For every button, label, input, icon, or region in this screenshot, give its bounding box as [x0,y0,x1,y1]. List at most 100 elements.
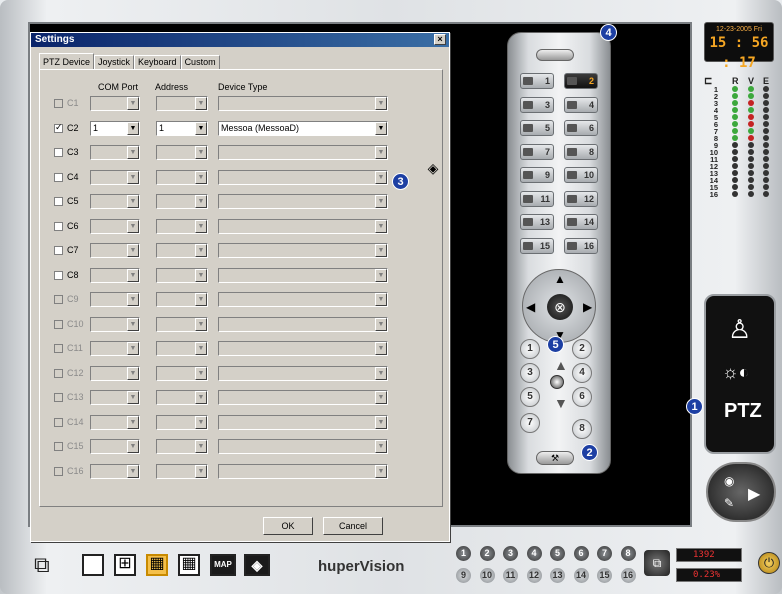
address-select[interactable]: ▼ [156,145,208,160]
arrow-right-icon[interactable]: ▶ [583,300,592,314]
dpad-center-button[interactable]: ⊗ [547,294,573,320]
chevron-down-icon[interactable]: ▼ [195,121,207,135]
chevron-down-icon[interactable]: ▼ [375,244,387,257]
channel-button-9[interactable]: 9 [456,568,471,583]
zoom-center-knob[interactable] [550,375,564,389]
dialog-titlebar[interactable]: Settings × [31,33,449,47]
channel-checkbox[interactable] [54,197,63,206]
preset-2-button[interactable]: 2 [572,339,592,359]
chevron-down-icon[interactable]: ▼ [375,97,387,110]
address-select[interactable]: ▼ [156,463,208,479]
chevron-down-icon[interactable]: ▼ [195,244,207,257]
channel-button-11[interactable]: 11 [503,568,518,583]
chevron-down-icon[interactable]: ▼ [375,293,387,306]
close-button[interactable]: × [434,34,446,45]
chevron-down-icon[interactable]: ▼ [127,440,139,453]
channel-checkbox[interactable] [54,393,63,402]
chevron-down-icon[interactable]: ▼ [127,342,139,355]
arrow-up-icon[interactable]: ▲ [554,272,566,286]
ptz-dpad[interactable]: ▲ ▼ ◀ ▶ ⊗ [522,269,596,343]
com-port-select[interactable]: ▼ [90,292,140,307]
channel-button-7[interactable]: 7 [597,546,612,561]
com-port-select[interactable]: ▼ [90,316,140,332]
device-type-select[interactable]: ▼ [218,145,388,160]
address-select[interactable]: 1 ▼ [156,120,208,136]
chevron-down-icon[interactable]: ▼ [375,366,387,380]
zoom-out-icon[interactable]: ▼ [554,395,568,411]
channel-checkbox[interactable] [54,99,63,108]
chevron-down-icon[interactable]: ▼ [375,268,387,282]
com-port-select[interactable]: ▼ [90,390,140,405]
layout-1x1-button[interactable] [82,554,104,576]
channel-button-4[interactable]: 4 [526,546,542,561]
chevron-down-icon[interactable]: ▼ [127,195,139,208]
address-select[interactable]: ▼ [156,316,208,332]
device-type-select[interactable]: ▼ [218,390,388,405]
address-select[interactable]: ▼ [156,365,208,381]
chevron-down-icon[interactable]: ▼ [195,146,207,159]
chevron-down-icon[interactable]: ▼ [127,464,139,478]
chevron-down-icon[interactable]: ▼ [195,440,207,453]
layout-2x2-button[interactable]: ⊞ [114,554,136,576]
chevron-down-icon[interactable]: ▼ [375,219,387,233]
camera-2-button[interactable]: 2 [564,73,598,89]
cancel-button[interactable]: Cancel [323,517,383,535]
camera-12-button[interactable]: 12 [564,190,598,207]
chevron-down-icon[interactable]: ▼ [195,170,207,184]
address-select[interactable]: ▼ [156,292,208,307]
com-port-select[interactable]: 1 ▼ [90,120,140,136]
channel-checkbox[interactable] [54,466,63,476]
layout-4x4-button[interactable]: ▦ [178,554,200,576]
camera-9-button[interactable]: 9 [520,167,554,183]
play-icon[interactable]: ▶ [748,484,760,504]
camera-8-button[interactable]: 8 [564,143,598,160]
channel-checkbox[interactable] [54,270,63,280]
channel-checkbox[interactable] [54,221,63,231]
com-port-select[interactable]: ▼ [90,463,140,479]
device-type-select[interactable]: ▼ [218,267,388,283]
device-type-select[interactable]: ▼ [218,169,388,185]
tab-keyboard[interactable]: Keyboard [134,55,181,69]
chevron-down-icon[interactable]: ▼ [127,391,139,404]
address-select[interactable]: ▼ [156,439,208,454]
preset-5-button[interactable]: 5 [520,387,540,407]
chevron-down-icon[interactable]: ▼ [375,391,387,404]
chevron-down-icon[interactable]: ▼ [195,268,207,282]
chevron-down-icon[interactable]: ▼ [375,146,387,159]
ptz-mode-button[interactable]: PTZ [724,400,762,423]
zoom-in-icon[interactable]: ▲ [554,357,568,373]
brightness-icon[interactable]: ☼◐ [722,362,749,383]
channel-button-13[interactable]: 13 [550,568,565,583]
address-select[interactable]: ▼ [156,169,208,185]
channel-button-5[interactable]: 5 [550,546,565,561]
preset-3-button[interactable]: 3 [520,363,540,383]
channel-checkbox[interactable] [54,295,63,304]
address-select[interactable]: ▼ [156,96,208,111]
ptz-icon[interactable]: ◈ [244,554,270,576]
preset-6-button[interactable]: 6 [572,387,592,407]
channel-button-3[interactable]: 3 [503,546,518,561]
com-port-select[interactable]: ▼ [90,96,140,111]
chevron-down-icon[interactable]: ▼ [195,391,207,404]
address-select[interactable]: ▼ [156,243,208,258]
chevron-down-icon[interactable]: ▼ [127,219,139,233]
com-port-select[interactable]: ▼ [90,414,140,430]
popout-icon[interactable]: ⧉ [34,554,56,576]
remote-settings-button[interactable]: ⚒ [536,451,574,465]
tool-icon[interactable]: ✎ [724,496,734,510]
device-type-select[interactable]: ▼ [218,292,388,307]
channel-button-8[interactable]: 8 [620,546,636,561]
camera-5-button[interactable]: 5 [520,120,554,136]
map-button[interactable]: MAP [210,554,236,576]
address-select[interactable]: ▼ [156,414,208,430]
preset-4-button[interactable]: 4 [572,363,592,383]
chevron-down-icon[interactable]: ▼ [375,121,387,135]
channel-checkbox[interactable] [54,172,63,182]
com-port-select[interactable]: ▼ [90,365,140,381]
device-type-select[interactable]: ▼ [218,341,388,356]
com-port-select[interactable]: ▼ [90,341,140,356]
com-port-select[interactable]: ▼ [90,439,140,454]
arrow-left-icon[interactable]: ◀ [526,300,535,314]
chevron-down-icon[interactable]: ▼ [195,219,207,233]
chevron-down-icon[interactable]: ▼ [127,146,139,159]
